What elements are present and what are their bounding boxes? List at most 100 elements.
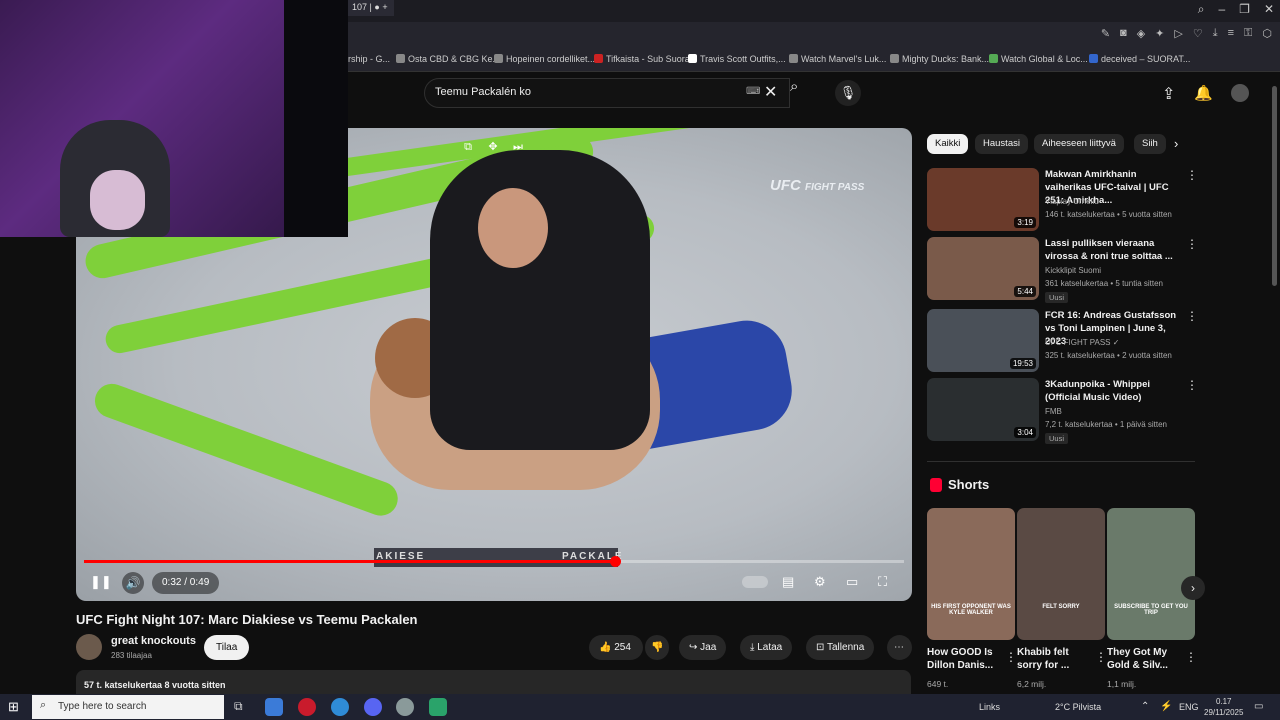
app-icon[interactable] [396,698,414,716]
clock[interactable]: 0.17 29/11/2025 [1204,696,1243,718]
clear-search-icon[interactable]: ✕ [764,82,777,102]
settings-icon[interactable]: ⬡ [1262,27,1272,40]
more-options-icon[interactable]: ⋮ [1186,168,1198,182]
extension-icon[interactable]: ✦ [1155,27,1164,40]
links-toolbar[interactable]: Links [979,702,1000,712]
bookmark-item[interactable]: Osta CBD & CBG Ke... [396,54,500,64]
minimize-icon[interactable]: – [1218,2,1225,17]
subscribe-button[interactable]: Tilaa [204,635,250,660]
short-title[interactable]: They Got My Gold & Silv... [1107,646,1183,672]
settings-gear-icon[interactable]: ⚙ [814,574,826,590]
app-icon[interactable] [265,698,283,716]
channel-avatar[interactable] [76,634,102,660]
recommendation-thumbnail[interactable]: 3:19 [927,168,1039,231]
play-icon[interactable]: ▷ [1174,27,1182,40]
recommendation-title[interactable]: 3Kadunpoika - Whippei (Official Music Vi… [1045,378,1183,404]
edge-icon[interactable] [331,698,349,716]
recommendation-title[interactable]: Lassi pulliksen vieraana virossa & roni … [1045,237,1183,263]
close-window-icon[interactable]: ✕ [1264,2,1274,17]
bell-icon[interactable]: 🔔 [1194,84,1213,102]
more-options-icon[interactable]: ⋮ [1186,309,1198,323]
heart-icon[interactable]: ♡ [1193,27,1203,40]
edit-icon[interactable]: ✎ [1101,27,1110,40]
new-tab-icon[interactable]: + [382,2,387,12]
recommendation-thumbnail[interactable]: 5:44 [927,237,1039,300]
more-options-icon[interactable]: ⋮ [1095,650,1107,664]
chip-more[interactable]: Siih [1134,134,1166,154]
pause-button[interactable]: ❚❚ [90,574,112,590]
more-options-icon[interactable]: ⋮ [1186,237,1198,251]
share-button[interactable]: ↪ Jaa [679,635,727,660]
short-thumbnail[interactable]: HIS FIRST OPPONENT WAS KYLE WALKER [927,508,1015,640]
app-icon[interactable] [429,698,447,716]
tab-title: 107 | [352,2,372,12]
dislike-button[interactable]: 👎 [645,635,669,660]
weather-widget[interactable]: 2°C Pilvista [1055,702,1101,712]
restore-icon[interactable]: ❐ [1239,2,1250,17]
notifications-icon[interactable]: ▭ [1254,701,1263,712]
move-icon[interactable]: ✥ [484,138,502,156]
discord-icon[interactable] [364,698,382,716]
scrollbar[interactable] [1272,86,1277,286]
bookmark-item[interactable]: Hopeinen cordelliket... [494,54,595,64]
task-view-icon[interactable]: ⧉ [234,699,243,714]
search-tabs-icon[interactable]: ⌕ [1198,2,1205,17]
download-button[interactable]: ⤓ Lataa [740,635,793,660]
fullscreen-icon[interactable]: ⛶ [878,574,887,590]
bookmark-item[interactable]: Watch Global & Loc... [989,54,1088,64]
like-button[interactable]: 👍 254 [589,635,643,660]
bookmark-item[interactable]: deceived – SUORAT... [1089,54,1190,64]
short-title[interactable]: How GOOD Is Dillon Danis... [927,646,1003,672]
menu-icon[interactable]: ≡ [1228,27,1234,40]
upload-icon[interactable]: ⇪ [1162,84,1175,104]
search-query[interactable]: Teemu Packalén ko [435,86,531,98]
recommendation-thumbnail[interactable]: 3:04 [927,378,1039,441]
network-icon[interactable]: ⚡ [1160,701,1172,712]
chevron-up-icon[interactable]: ⌃ [1141,701,1149,712]
bookmark-item[interactable]: Mighty Ducks: Bank... [890,54,989,64]
recommendation-channel[interactable]: Kickklipit Suomi [1045,264,1185,277]
pip-icon[interactable]: ⧉ [459,138,477,156]
download-icon[interactable]: ⤓ [1213,27,1218,40]
recommendation-channel[interactable]: FMB [1045,405,1185,418]
autoplay-toggle[interactable] [742,576,768,588]
camera-icon[interactable]: ◙ [1120,27,1127,40]
progress-scrubber[interactable] [609,556,621,567]
avatar[interactable] [1231,84,1249,102]
keyboard-icon[interactable]: ⌨ [746,86,760,97]
shield-icon[interactable]: ◈ [1137,27,1145,40]
search-button[interactable]: ⌕ [790,78,816,108]
lock-icon[interactable]: ⚿ [1244,27,1252,40]
chip-related[interactable]: Aiheeseen liittyvä [1034,134,1124,154]
mic-icon[interactable]: 🎙 [835,80,861,106]
taskbar-search[interactable]: Type here to search [32,695,224,719]
channel-name[interactable]: great knockouts [111,635,196,647]
short-title[interactable]: Khabib felt sorry for ... [1017,646,1093,672]
language-indicator[interactable]: ENG [1179,702,1199,712]
short-thumbnail[interactable]: SUBSCRIBE TO GET YOU TRIP [1107,508,1195,640]
recommendation-channel[interactable]: Viaplay Urheilu [1045,195,1185,208]
chip-from-you[interactable]: Haustasi [975,134,1028,154]
more-options-icon[interactable]: ⋮ [1005,650,1017,664]
shorts-next-button[interactable]: › [1181,576,1205,600]
skip-icon[interactable]: ⏭ [509,138,527,156]
chip-all[interactable]: Kaikki [927,134,969,154]
recommendation-thumbnail[interactable]: 19:53 [927,309,1039,372]
subtitles-icon[interactable]: ▤ [782,574,794,590]
more-options-icon[interactable]: ⋮ [1185,650,1197,664]
bookmark-item[interactable]: Watch Marvel's Luk... [789,54,886,64]
browser-tab[interactable]: 107 | ● + [346,0,394,16]
save-button[interactable]: ⊡ Tallenna [806,635,875,660]
more-options-icon[interactable]: ⋮ [1186,378,1198,392]
recommendation-channel[interactable]: UFC FIGHT PASS ✓ [1045,336,1185,349]
bookmark-item[interactable]: Tifkaista - Sub Suora [594,54,690,64]
volume-icon[interactable]: 🔊 [122,572,144,594]
chevron-right-icon[interactable]: › [1174,136,1178,151]
opera-icon[interactable] [298,698,316,716]
more-actions-button[interactable]: ⋯ [887,635,912,660]
bookmark-item[interactable]: Travis Scott Outfits,... [688,54,786,64]
theater-mode-icon[interactable]: ▭ [846,574,858,590]
windows-start-icon[interactable]: ⊞ [8,699,19,715]
bookmark-item[interactable]: rship - G... [348,54,390,64]
short-thumbnail[interactable]: FELT SORRY [1017,508,1105,640]
